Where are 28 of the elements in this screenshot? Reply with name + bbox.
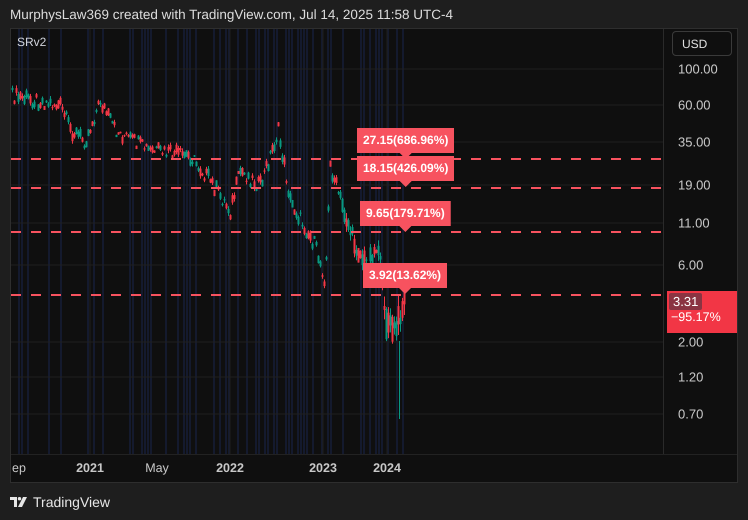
price-tick: 6.00 [678,258,704,272]
time-tick: May [145,461,169,475]
level-line[interactable] [11,294,661,296]
price-tick: 19.00 [678,178,711,192]
price-tick: 11.00 [678,216,710,230]
logo-icon [10,496,27,506]
price-label: 18.15(426.09%) [357,156,454,187]
price-label: 3.92(13.62%) [363,263,448,294]
symbol-label: SRv2 [17,35,46,49]
price-tick: 2.00 [678,334,704,350]
price-tick: 60.00 [678,98,711,112]
level-line[interactable] [11,187,661,189]
price-label: 9.65(179.71%) [360,201,451,232]
price-tick: 35.00 [678,134,711,150]
price-tick: 0.70 [678,406,704,422]
time-tick: 2024 [373,461,401,475]
currency-button[interactable]: USD [672,31,732,56]
chart-caption: MurphysLaw369 created with TradingView.com, Jul 14, 2025 11:58 UTC-4 [10,6,453,22]
price-tick: 1.20 [678,370,704,384]
brand-name: TradingView [33,494,110,510]
time-tick: ep [12,461,26,475]
level-line[interactable] [11,231,661,233]
time-tick: 2022 [216,461,244,475]
time-tick: 2023 [309,461,337,475]
price-change: −95.17% [670,310,722,324]
time-tick: 2021 [76,461,104,475]
current-price: 3.31 [669,293,702,310]
price-tick: 100.00 [678,62,718,76]
